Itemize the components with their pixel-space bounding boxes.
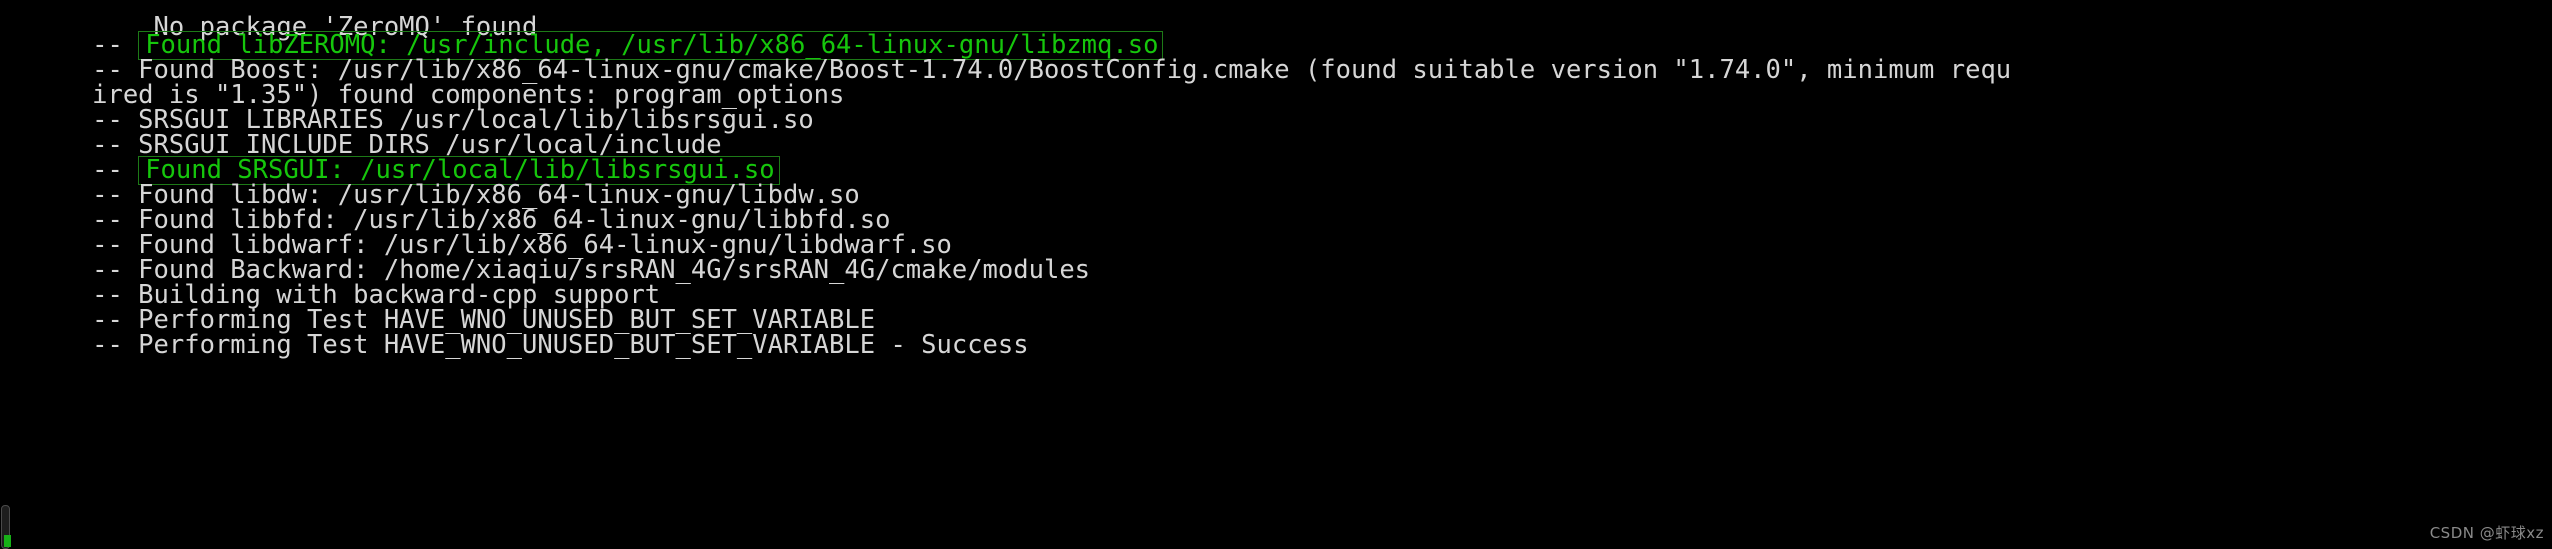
terminal-line: -- SRSGUI INCLUDE DIRS /usr/local/includ… xyxy=(0,108,721,158)
terminal-window[interactable]: No package 'ZeroMQ' found -- Found libZE… xyxy=(0,0,2552,549)
terminal-line-text: -- Performing Test HAVE_WNO_UNUSED_BUT_S… xyxy=(92,330,1029,360)
terminal-line: -- Found SRSGUI: /usr/local/lib/libsrsgu… xyxy=(0,133,780,185)
csdn-watermark: CSDN @虾球xz xyxy=(2429,524,2544,542)
terminal-line: -- Performing Test HAVE_WNO_UNUSED_BUT_S… xyxy=(0,308,1029,358)
terminal-line: -- Found libbfd: /usr/lib/x86_64-linux-g… xyxy=(0,183,890,233)
terminal-line: -- Found Boost: /usr/lib/x86_64-linux-gn… xyxy=(0,33,2011,83)
terminal-line: ired is "1.35") found components: progra… xyxy=(0,58,844,108)
terminal-line: -- Building with backward-cpp support xyxy=(0,258,660,308)
terminal-line: -- SRSGUI LIBRARIES /usr/local/lib/libsr… xyxy=(0,83,814,133)
terminal-line: -- Found libdw: /usr/lib/x86_64-linux-gn… xyxy=(0,158,860,208)
terminal-line: -- Found libdwarf: /usr/lib/x86_64-linux… xyxy=(0,208,952,258)
terminal-line: -- Found Backward: /home/xiaqiu/srsRAN_4… xyxy=(0,233,1090,283)
terminal-output-area[interactable]: No package 'ZeroMQ' found -- Found libZE… xyxy=(0,0,2552,549)
scrollbar-thumb-marker xyxy=(4,535,11,547)
terminal-line: -- Performing Test HAVE_WNO_UNUSED_BUT_S… xyxy=(0,283,875,333)
scrollbar-thumb[interactable] xyxy=(1,505,11,549)
terminal-line: -- Found libZEROMQ: /usr/include, /usr/l… xyxy=(0,8,1164,60)
vertical-scrollbar[interactable] xyxy=(0,0,11,549)
